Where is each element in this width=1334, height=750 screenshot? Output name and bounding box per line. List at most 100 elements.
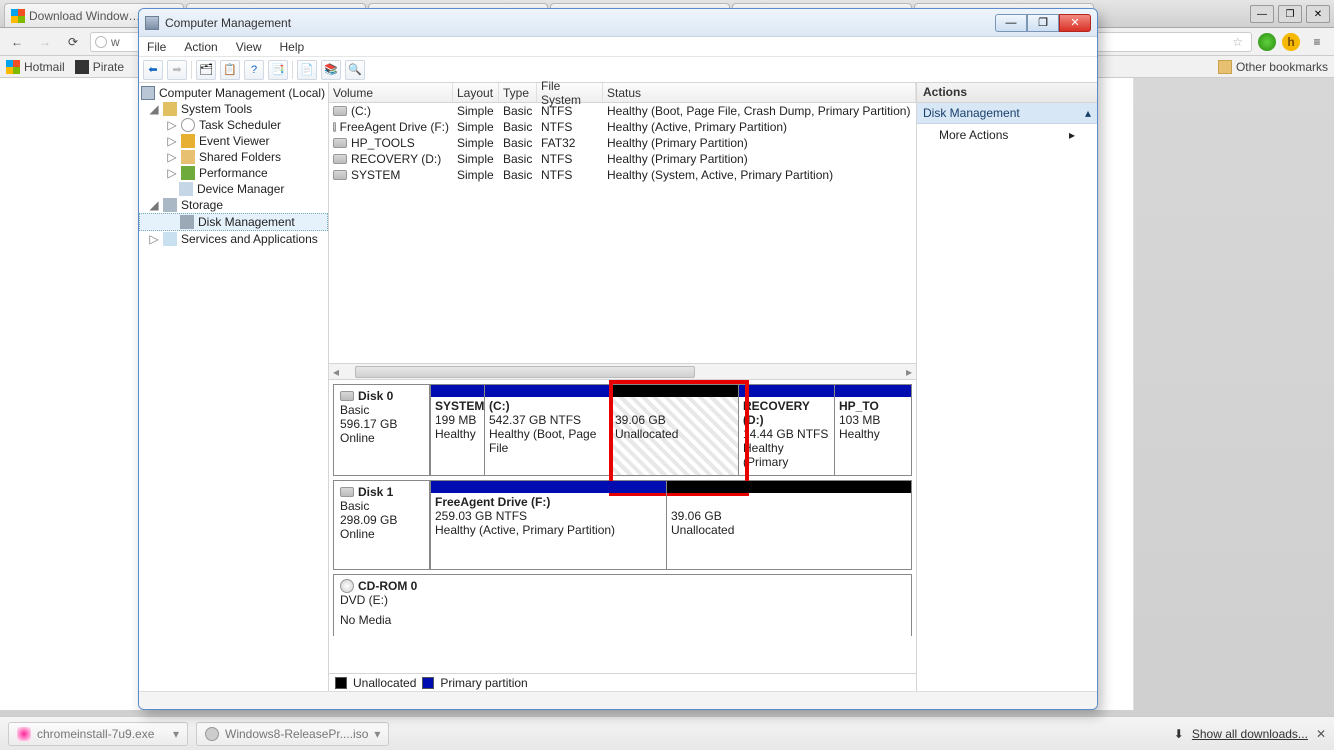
volume-row[interactable]: SYSTEMSimpleBasicNTFSHealthy (System, Ac…: [329, 167, 916, 183]
scroll-right-icon[interactable]: ▸: [902, 365, 916, 379]
scroll-thumb[interactable]: [355, 366, 695, 378]
partition-system[interactable]: SYSTEM199 MBHealthy: [430, 385, 484, 475]
actions-diskmgmt[interactable]: Disk Management ▴: [917, 103, 1097, 124]
disk-graphical-view: Disk 0 Basic 596.17 GB Online SYSTEM199 …: [329, 379, 916, 673]
partition-freeagent[interactable]: FreeAgent Drive (F:)259.03 GB NTFSHealth…: [430, 481, 666, 569]
bookmark-pirate[interactable]: Pirate: [75, 60, 124, 74]
expand-icon[interactable]: ▷: [149, 232, 159, 246]
partition-unallocated-0[interactable]: 39.06 GBUnallocated: [610, 385, 738, 475]
tree-services[interactable]: ▷Services and Applications: [139, 231, 328, 247]
app-title: Computer Management: [165, 16, 291, 30]
download-item-1[interactable]: chromeinstall-7u9.exe ▾: [8, 722, 188, 746]
cell: Healthy (Primary Partition): [603, 151, 916, 167]
volume-row[interactable]: (C:)SimpleBasicNTFSHealthy (Boot, Page F…: [329, 103, 916, 119]
disk-status: Online: [340, 431, 423, 445]
download-item-2[interactable]: Windows8-ReleasePr....iso ▾: [196, 722, 389, 746]
expand-icon[interactable]: ▷: [167, 118, 177, 132]
menu-action[interactable]: Action: [182, 39, 219, 55]
col-layout[interactable]: Layout: [453, 83, 499, 102]
partition-hptools[interactable]: HP_TO103 MBHealthy: [834, 385, 911, 475]
toolbar-btn-7[interactable]: 🔍: [345, 60, 365, 80]
reload-button[interactable]: ⟳: [62, 31, 84, 53]
window-maximize-button[interactable]: ❐: [1027, 14, 1059, 32]
tree-shared-folders[interactable]: ▷Shared Folders: [139, 149, 328, 165]
toolbar-up-button[interactable]: 🗂: [196, 60, 216, 80]
part-name: RECOVERY (D:): [743, 399, 810, 427]
expand-icon[interactable]: ▷: [167, 166, 177, 180]
java-icon: [17, 727, 31, 741]
volume-icon: [333, 154, 347, 164]
partition-recovery[interactable]: RECOVERY (D:)14.44 GB NTFSHealthy (Prima…: [738, 385, 834, 475]
part-name: HP_TO: [839, 399, 879, 413]
partition-unallocated-1[interactable]: 39.06 GBUnallocated: [666, 481, 911, 569]
app-titlebar[interactable]: Computer Management — ❐ ✕: [139, 9, 1097, 37]
os-minimize-button[interactable]: —: [1250, 5, 1274, 23]
chevron-down-icon[interactable]: ▾: [374, 727, 380, 741]
volume-icon: [333, 106, 347, 116]
part-health: Healthy: [839, 427, 907, 441]
window-close-button[interactable]: ✕: [1059, 14, 1091, 32]
os-close-button[interactable]: ✕: [1306, 5, 1330, 23]
tree-performance[interactable]: ▷Performance: [139, 165, 328, 181]
legend-swatch-unallocated: [335, 677, 347, 689]
partition-c[interactable]: (C:)542.37 GB NTFSHealthy (Boot, Page Fi…: [484, 385, 610, 475]
tree-label: Storage: [181, 198, 223, 212]
chrome-menu-button[interactable]: ≡: [1306, 31, 1328, 53]
toolbar-btn-5[interactable]: 📄: [297, 60, 317, 80]
bookmark-star-icon[interactable]: ☆: [1228, 35, 1247, 49]
volume-row[interactable]: HP_TOOLSSimpleBasicFAT32Healthy (Primary…: [329, 135, 916, 151]
expand-icon[interactable]: ▷: [167, 150, 177, 164]
tree-disk-management[interactable]: Disk Management: [139, 213, 328, 231]
bookmark-hotmail[interactable]: Hotmail: [6, 60, 65, 74]
col-filesystem[interactable]: File System: [537, 83, 603, 102]
toolbar-forward-button[interactable]: ➡: [167, 60, 187, 80]
disk-name: Disk 1: [358, 485, 393, 499]
extension-icon-2[interactable]: h: [1282, 33, 1300, 51]
volume-row[interactable]: RECOVERY (D:)SimpleBasicNTFSHealthy (Pri…: [329, 151, 916, 167]
actions-more[interactable]: More Actions ▸: [917, 124, 1097, 146]
tree-storage[interactable]: ◢ Storage: [139, 197, 328, 213]
scroll-left-icon[interactable]: ◂: [329, 365, 343, 379]
cdrom-label[interactable]: CD-ROM 0 DVD (E:) No Media: [334, 575, 430, 636]
cell: Healthy (Active, Primary Partition): [603, 119, 916, 135]
part-size: 542.37 GB NTFS: [489, 413, 606, 427]
toolbar-properties-button[interactable]: 📑: [268, 60, 288, 80]
col-volume[interactable]: Volume: [329, 83, 453, 102]
collapse-icon[interactable]: ◢: [149, 102, 159, 116]
os-maximize-button[interactable]: ❐: [1278, 5, 1302, 23]
disk0-label[interactable]: Disk 0 Basic 596.17 GB Online: [334, 385, 430, 475]
tree-task-scheduler[interactable]: ▷Task Scheduler: [139, 117, 328, 133]
disk1-label[interactable]: Disk 1 Basic 298.09 GB Online: [334, 481, 430, 569]
tree-system-tools[interactable]: ◢System Tools: [139, 101, 328, 117]
menu-file[interactable]: File: [145, 39, 168, 55]
col-type[interactable]: Type: [499, 83, 537, 102]
tree-device-manager[interactable]: Device Manager: [139, 181, 328, 197]
collapse-icon[interactable]: ▴: [1085, 106, 1091, 120]
chevron-down-icon[interactable]: ▾: [173, 727, 179, 741]
menu-help[interactable]: Help: [278, 39, 307, 55]
center-panel: Volume Layout Type File System Status (C…: [329, 83, 917, 691]
toolbar-help-button[interactable]: ?: [244, 60, 264, 80]
expand-icon[interactable]: ▷: [167, 134, 177, 148]
tree-root[interactable]: Computer Management (Local): [139, 85, 328, 101]
volume-list-hscroll[interactable]: ◂ ▸: [329, 363, 916, 379]
other-bookmarks[interactable]: Other bookmarks: [1218, 60, 1328, 74]
actions-label: More Actions: [939, 128, 1008, 142]
toolbar-refresh-button[interactable]: 📋: [220, 60, 240, 80]
clock-icon: [181, 118, 195, 132]
back-button[interactable]: ←: [6, 31, 28, 53]
col-status[interactable]: Status: [603, 83, 916, 102]
close-shelf-button[interactable]: ✕: [1316, 727, 1326, 741]
cell: Basic: [499, 135, 537, 151]
toolbar-btn-6[interactable]: 📚: [321, 60, 341, 80]
menu-view[interactable]: View: [234, 39, 264, 55]
collapse-icon[interactable]: ◢: [149, 198, 159, 212]
window-minimize-button[interactable]: —: [995, 14, 1027, 32]
forward-button[interactable]: →: [34, 31, 56, 53]
part-health: Healthy: [435, 427, 480, 441]
volume-row[interactable]: FreeAgent Drive (F:)SimpleBasicNTFSHealt…: [329, 119, 916, 135]
toolbar-back-button[interactable]: ⬅: [143, 60, 163, 80]
show-all-downloads[interactable]: Show all downloads...: [1192, 727, 1308, 741]
extension-icon-1[interactable]: [1258, 33, 1276, 51]
tree-event-viewer[interactable]: ▷Event Viewer: [139, 133, 328, 149]
